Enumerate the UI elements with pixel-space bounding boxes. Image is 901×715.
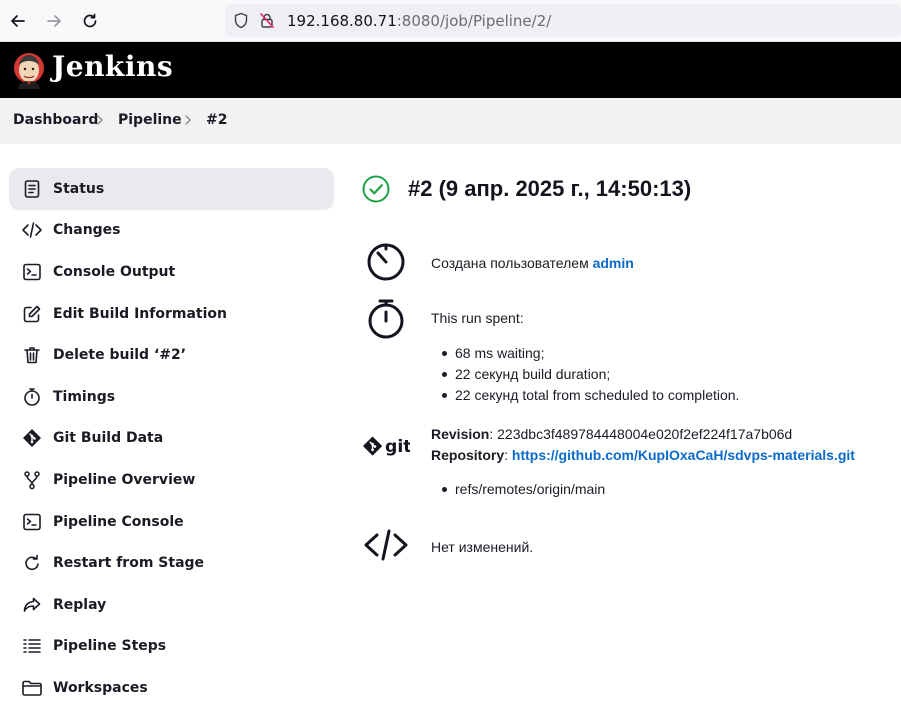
address-bar[interactable]: 192.168.80.71:8080/job/Pipeline/2/ xyxy=(225,4,901,37)
user-link-admin[interactable]: admin xyxy=(593,255,634,271)
sidebar-item-workspaces[interactable]: Workspaces xyxy=(9,667,334,709)
sidebar-item-replay[interactable]: Replay xyxy=(9,584,334,626)
revision-value: : 223dbc3f489784448004e020f2ef224f17a7b0… xyxy=(489,426,793,442)
repository-sep: : xyxy=(504,447,512,463)
sidebar-item-label: Restart from Stage xyxy=(53,555,205,572)
sidebar-item-git-build-data[interactable]: Git Build Data xyxy=(9,418,334,460)
sidebar-item-label: Git Build Data xyxy=(53,430,164,447)
run-spent-list: 68 ms waiting; 22 секунд build duration;… xyxy=(441,343,739,406)
shield-icon[interactable] xyxy=(233,12,249,29)
sidebar-item-console-output[interactable]: Console Output xyxy=(9,251,334,293)
breadcrumb: Dashboard Pipeline #2 xyxy=(0,98,901,144)
sidebar-item-label: Pipeline Steps xyxy=(53,638,167,655)
terminal-icon xyxy=(21,261,43,283)
sidebar-item-label: Edit Build Information xyxy=(53,305,227,322)
sidebar-item-edit-build-information[interactable]: Edit Build Information xyxy=(9,293,334,335)
build-header: #2 (9 апр. 2025 г., 14:50:13) xyxy=(362,172,892,206)
chevron-right-icon xyxy=(185,115,191,125)
sidebar-item-label: Console Output xyxy=(53,263,176,280)
sidebar-item-pipeline-overview[interactable]: Pipeline Overview xyxy=(9,459,334,501)
sidebar-item-label: Pipeline Overview xyxy=(53,471,196,488)
repository-link[interactable]: https://github.com/KupIOxaCaH/sdvps-mate… xyxy=(512,447,855,463)
document-icon xyxy=(21,178,43,200)
trash-icon xyxy=(21,344,43,366)
list-item: 68 ms waiting; xyxy=(441,343,739,364)
revision-label: Revision xyxy=(431,426,490,442)
back-button[interactable] xyxy=(6,9,30,33)
browser-toolbar: 192.168.80.71:8080/job/Pipeline/2/ xyxy=(0,0,901,42)
code-icon xyxy=(21,219,43,241)
timer-icon xyxy=(362,236,410,284)
sidebar-item-label: Delete build ‘#2’ xyxy=(53,347,187,364)
breadcrumb-pipeline[interactable]: Pipeline xyxy=(118,112,182,128)
run-spent-label: This run spent: xyxy=(431,310,524,326)
sidebar-item-pipeline-console[interactable]: Pipeline Console xyxy=(9,501,334,543)
replay-icon xyxy=(21,594,43,616)
sidebar-item-label: Status xyxy=(53,180,105,197)
forward-button[interactable] xyxy=(42,9,66,33)
list-item: 22 секунд total from scheduled to comple… xyxy=(441,385,739,406)
svg-text:git: git xyxy=(385,437,410,457)
sidebar-item-pipeline-steps[interactable]: Pipeline Steps xyxy=(9,626,334,668)
restart-icon xyxy=(21,552,43,574)
terminal-icon xyxy=(21,511,43,533)
sidebar-item-restart-from-stage[interactable]: Restart from Stage xyxy=(9,542,334,584)
arrow-left-icon xyxy=(11,15,25,27)
sidebar-item-label: Timings xyxy=(53,388,116,405)
sidebar-item-delete-build[interactable]: Delete build ‘#2’ xyxy=(9,334,334,376)
sidebar-item-label: Workspaces xyxy=(53,679,148,696)
breadcrumb-build[interactable]: #2 xyxy=(206,112,227,128)
stopwatch-icon xyxy=(362,294,410,342)
breadcrumb-dashboard[interactable]: Dashboard xyxy=(13,112,98,128)
reload-icon xyxy=(83,13,97,28)
sidebar: Status Changes Console Output Edit Build… xyxy=(9,168,334,709)
sidebar-item-status[interactable]: Status xyxy=(9,168,334,210)
edit-icon xyxy=(21,303,43,325)
chevron-right-icon xyxy=(97,115,103,125)
page-title: #2 (9 апр. 2025 г., 14:50:13) xyxy=(408,176,692,201)
repository-label: Repository xyxy=(431,447,505,463)
url-text[interactable]: 192.168.80.71:8080/job/Pipeline/2/ xyxy=(287,12,551,30)
arrow-right-icon xyxy=(47,15,61,27)
url-host: 192.168.80.71 xyxy=(287,12,397,30)
repository-line: Repository: https://github.com/KupIOxaCa… xyxy=(431,447,855,463)
sidebar-item-timings[interactable]: Timings xyxy=(9,376,334,418)
revision-line: Revision: 223dbc3f489784448004e020f2ef22… xyxy=(431,426,792,442)
code-icon xyxy=(362,521,410,569)
sidebar-item-label: Replay xyxy=(53,596,107,613)
jenkins-title[interactable]: Jenkins xyxy=(52,50,173,83)
jenkins-header: Jenkins xyxy=(0,42,901,98)
url-path: :8080/job/Pipeline/2/ xyxy=(396,12,552,30)
jenkins-logo-icon[interactable] xyxy=(12,51,46,89)
refs-list: refs/remotes/origin/main xyxy=(441,479,605,500)
started-by-text: Создана пользователем admin xyxy=(431,255,634,271)
reload-button[interactable] xyxy=(78,9,102,33)
sidebar-item-label: Pipeline Console xyxy=(53,513,184,530)
stopwatch-icon xyxy=(21,386,43,408)
list-item: refs/remotes/origin/main xyxy=(441,479,605,500)
sidebar-item-changes[interactable]: Changes xyxy=(9,210,334,252)
list-icon xyxy=(21,635,43,657)
branch-icon xyxy=(21,469,43,491)
folder-icon xyxy=(21,677,43,699)
no-changes-text: Нет изменений. xyxy=(431,539,534,555)
sidebar-item-label: Changes xyxy=(53,222,121,239)
insecure-lock-icon[interactable] xyxy=(259,12,275,29)
git-logo-icon: git xyxy=(362,423,410,471)
started-by-prefix: Создана пользователем xyxy=(431,255,593,271)
git-icon xyxy=(21,427,43,449)
success-check-icon xyxy=(362,175,390,203)
list-item: 22 секунд build duration; xyxy=(441,364,739,385)
